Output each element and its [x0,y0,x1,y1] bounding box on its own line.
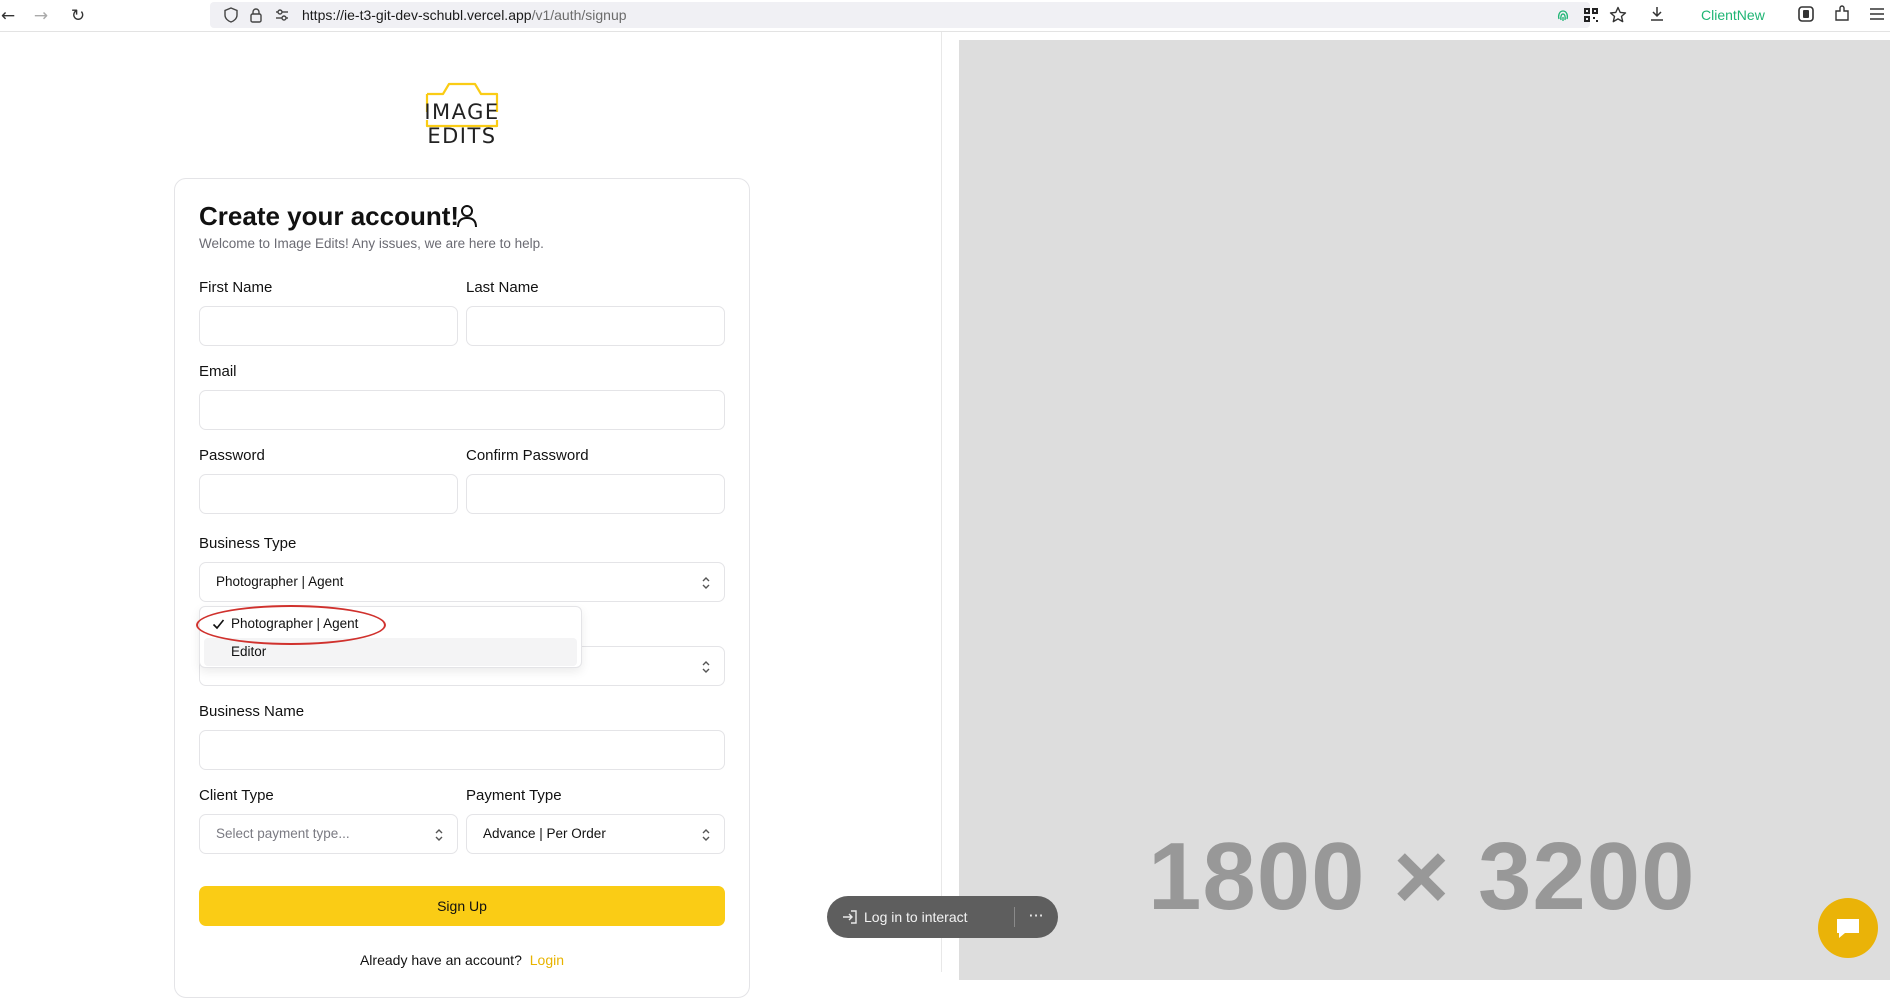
confirm-password-label: Confirm Password [466,447,589,464]
business-type-select[interactable]: Photographer | Agent [199,562,725,602]
check-icon [212,619,225,630]
forward-icon[interactable]: → [29,4,53,28]
dropdown-option-label: Editor [231,644,267,659]
email-input[interactable] [199,390,725,430]
page-subtitle: Welcome to Image Edits! Any issues, we a… [199,236,544,251]
dropdown-option-editor[interactable]: Editor [204,638,577,666]
image-edits-logo: IMAGE EDITS [392,80,532,148]
payment-type-label: Payment Type [466,787,562,804]
business-name-label: Business Name [199,703,305,720]
business-type-dropdown: Photographer | Agent Editor [199,606,582,668]
url-text[interactable]: https://ie-t3-git-dev-schubl.vercel.app/… [302,2,627,28]
dropdown-option-label: Photographer | Agent [231,616,359,631]
email-label: Email [199,363,237,380]
login-icon [843,910,857,924]
client-type-placeholder: Select payment type... [216,826,350,841]
confirm-password-input[interactable] [466,474,725,514]
login-to-interact-button[interactable]: Log in to interact [864,896,968,938]
download-icon[interactable] [1648,5,1666,23]
lock-icon[interactable] [248,7,264,23]
permissions-icon[interactable] [274,7,290,23]
first-name-input[interactable] [199,306,458,346]
pane-divider [941,32,942,972]
payment-type-select[interactable]: Advance | Per Order [466,814,725,854]
password-label: Password [199,447,265,464]
shield-icon[interactable] [223,7,239,23]
placeholder-dimensions-text: 1800 × 3200 [1148,823,1696,930]
more-options-icon[interactable]: ··· [1021,896,1051,936]
logo-text: IMAGE EDITS [424,100,500,148]
sign-up-button[interactable]: Sign Up [199,886,725,926]
qr-icon[interactable] [1583,7,1599,23]
password-input[interactable] [199,474,458,514]
chevron-up-down-icon [702,661,710,673]
business-type-label: Business Type [199,535,297,552]
chat-bubble-icon [1837,919,1859,938]
chevron-up-down-icon [702,829,710,841]
fingerprint-icon[interactable] [1555,7,1571,23]
url-host: https://ie-t3-git-dev-schubl.vercel.app [302,7,532,23]
login-link[interactable]: Login [530,952,564,968]
chevron-up-down-icon [702,577,710,589]
client-type-label: Client Type [199,787,274,804]
page-title: Create your account! [199,201,460,231]
chevron-up-down-icon [435,829,443,841]
user-icon [457,205,477,228]
url-path: /v1/auth/signup [531,7,627,23]
browser-toolbar: ← → ↻ https://ie-t3-git-dev-schubl.verce… [0,0,1890,32]
first-name-label: First Name [199,279,273,296]
address-bar[interactable]: https://ie-t3-git-dev-schubl.vercel.app/… [210,2,1765,28]
last-name-input[interactable] [466,306,725,346]
menu-icon[interactable] [1868,5,1886,23]
client-type-select[interactable]: Select payment type... [199,814,458,854]
last-name-label: Last Name [466,279,539,296]
back-icon[interactable]: ← [0,4,20,28]
business-name-input[interactable] [199,730,725,770]
extensions-icon[interactable] [1833,5,1851,23]
login-prompt: Already have an account? Login [199,952,725,968]
reload-icon[interactable]: ↻ [66,4,90,28]
clientnew-extension-label[interactable]: ClientNew [1701,2,1765,28]
login-to-interact-toolbar: Log in to interact ··· [827,896,1058,938]
pocket-icon[interactable] [1797,5,1815,23]
business-type-value: Photographer | Agent [216,574,344,589]
have-account-text: Already have an account? [359,952,522,968]
pill-divider [1014,907,1015,927]
chat-launcher-button[interactable] [1818,898,1878,958]
payment-type-value: Advance | Per Order [483,826,606,841]
dropdown-option-photographer-agent[interactable]: Photographer | Agent [204,610,577,638]
star-icon[interactable] [1609,6,1627,24]
